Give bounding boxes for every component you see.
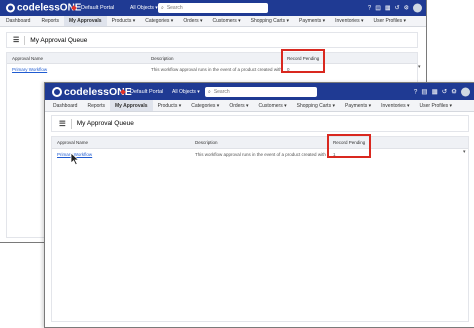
page-title: My Approval Queue: [76, 120, 134, 127]
tab-inventories[interactable]: Inventories ▾: [376, 100, 414, 111]
document-icon[interactable]: ▤: [421, 88, 427, 96]
approval-name-link[interactable]: Primary Workflow: [12, 63, 142, 75]
tab-customers[interactable]: Customers ▾: [208, 16, 246, 26]
help-icon[interactable]: ?: [414, 88, 418, 95]
page-header: ☰ My Approval Queue: [6, 32, 418, 48]
portal-name: Default Portal: [81, 5, 115, 11]
col-approval-name[interactable]: Approval Name: [57, 137, 187, 148]
objects-selector[interactable]: All Objects ▾: [172, 89, 200, 95]
tab-dashboard[interactable]: Dashboard: [0, 16, 36, 26]
portal-name: Default Portal: [130, 88, 164, 95]
description-cell: This workflow approval runs in the event…: [151, 66, 283, 72]
portal-icon: [120, 88, 126, 95]
document-icon[interactable]: ▤: [375, 5, 381, 12]
codeless-logo-icon: [6, 3, 15, 13]
tab-shopping-carts[interactable]: Shopping Carts ▾: [292, 100, 340, 111]
settings-icon[interactable]: ⚙: [404, 5, 409, 12]
brand-logo[interactable]: codelessONE: [6, 3, 81, 14]
avatar[interactable]: [413, 3, 422, 13]
top-bar: codelessONE Default Portal All Objects ▾…: [45, 83, 474, 100]
search-icon: ⌕: [161, 5, 164, 11]
tab-reports[interactable]: Reports: [36, 16, 64, 26]
portal-icon: [71, 5, 77, 11]
objects-selector[interactable]: All Objects ▾: [130, 5, 158, 11]
approval-grid: Approval Name Description Record Pending…: [51, 136, 469, 322]
tab-dashboard[interactable]: Dashboard: [45, 100, 82, 111]
divider: [24, 35, 26, 45]
chevron-down-icon[interactable]: ▾: [418, 64, 421, 70]
objects-selector-label: All Objects: [130, 5, 154, 11]
help-icon[interactable]: ?: [368, 5, 371, 11]
table-row[interactable]: Primary Workflow This workflow approval …: [7, 63, 417, 75]
search-placeholder: Search: [166, 5, 183, 11]
tab-products[interactable]: Products ▾: [107, 16, 141, 26]
col-description[interactable]: Description: [151, 53, 281, 63]
highlight-box: [281, 49, 325, 73]
list-icon: ☰: [13, 37, 20, 44]
col-description[interactable]: Description: [195, 137, 325, 148]
tab-payments[interactable]: Payments ▾: [340, 100, 376, 111]
description-cell: This workflow approval runs in the event…: [195, 151, 327, 157]
tab-user-profiles[interactable]: User Profiles ▾: [415, 100, 458, 111]
tab-categories[interactable]: Categories ▾: [186, 100, 224, 111]
tab-reports[interactable]: Reports: [82, 100, 110, 111]
tab-customers[interactable]: Customers ▾: [254, 100, 292, 111]
grid-icon[interactable]: ▦: [385, 5, 391, 12]
divider: [70, 118, 72, 129]
objects-selector-label: All Objects: [172, 88, 196, 95]
table-row[interactable]: Primary Workflow This workflow approval …: [52, 148, 468, 160]
grid-icon[interactable]: ▦: [432, 88, 438, 96]
search-icon: ⌕: [208, 88, 211, 95]
history-icon[interactable]: ↺: [442, 88, 447, 96]
mouse-cursor-icon: [70, 152, 80, 166]
search-input[interactable]: ⌕ Search: [158, 3, 268, 13]
chevron-down-icon: ▾: [197, 88, 200, 95]
portal-selector[interactable]: Default Portal: [120, 88, 164, 95]
history-icon[interactable]: ↺: [395, 5, 400, 12]
search-placeholder: Search: [213, 88, 230, 95]
toolbar-icons: ? ▤ ▦ ↺ ⚙: [368, 3, 422, 13]
tab-products[interactable]: Products ▾: [153, 100, 187, 111]
tab-categories[interactable]: Categories ▾: [140, 16, 178, 26]
main-nav: Dashboard Reports My Approvals Products …: [0, 16, 426, 27]
page-header: ☰ My Approval Queue: [51, 115, 469, 132]
tab-user-profiles[interactable]: User Profiles ▾: [369, 16, 412, 26]
top-bar: codelessONE Default Portal All Objects ▾…: [0, 0, 426, 16]
tab-my-approvals[interactable]: My Approvals: [109, 100, 153, 111]
tab-payments[interactable]: Payments ▾: [294, 16, 330, 26]
col-approval-name[interactable]: Approval Name: [12, 53, 142, 63]
tab-inventories[interactable]: Inventories ▾: [330, 16, 368, 26]
avatar[interactable]: [461, 87, 470, 96]
tab-shopping-carts[interactable]: Shopping Carts ▾: [246, 16, 294, 26]
main-nav: Dashboard Reports My Approvals Products …: [45, 100, 474, 112]
codeless-logo-icon: [52, 86, 62, 97]
highlight-box: [327, 134, 371, 158]
tab-orders[interactable]: Orders ▾: [178, 16, 207, 26]
front-window: codelessONE Default Portal All Objects ▾…: [44, 82, 474, 328]
page-title: My Approval Queue: [30, 36, 88, 44]
chevron-down-icon[interactable]: ▾: [463, 149, 466, 155]
list-icon: ☰: [59, 119, 66, 128]
search-input[interactable]: ⌕ Search: [205, 86, 317, 97]
portal-selector[interactable]: Default Portal: [71, 5, 115, 11]
tab-orders[interactable]: Orders ▾: [224, 100, 253, 111]
tab-my-approvals[interactable]: My Approvals: [63, 16, 107, 26]
settings-icon[interactable]: ⚙: [451, 88, 457, 96]
toolbar-icons: ? ▤ ▦ ↺ ⚙: [414, 87, 470, 96]
